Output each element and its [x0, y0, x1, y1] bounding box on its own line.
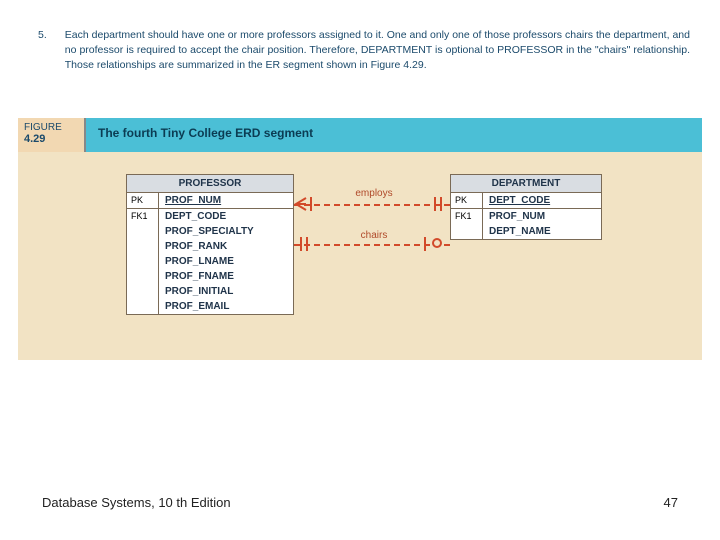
cardinality-bar-icon: [440, 197, 442, 211]
cardinality-bar-icon: [300, 237, 302, 251]
crowfoot-icon: [294, 197, 308, 211]
relationship-label-chairs: chairs: [344, 230, 404, 241]
figure-header: FIGURE 4.29 The fourth Tiny College ERD …: [18, 118, 702, 152]
slide-footer: Database Systems, 10 th Edition 47: [42, 495, 678, 510]
footer-book-title: Database Systems, 10 th Edition: [42, 495, 231, 510]
entity-field-row: DEPT_NAME: [451, 224, 601, 239]
list-number: 5.: [38, 28, 47, 74]
entity-pk-row: PK PROF_NUM: [127, 193, 293, 209]
body-paragraph: 5. Each department should have one or mo…: [38, 28, 690, 74]
field: PROF_EMAIL: [159, 299, 293, 314]
entity-pk-row: PK DEPT_CODE: [451, 193, 601, 209]
entity-field-row: PROF_LNAME: [127, 254, 293, 269]
cardinality-bar-icon: [424, 237, 426, 251]
pk-field: DEPT_CODE: [483, 193, 601, 208]
field: PROF_FNAME: [159, 269, 293, 284]
field: DEPT_NAME: [483, 224, 601, 239]
fk-label: FK1: [451, 209, 483, 224]
field: PROF_SPECIALTY: [159, 224, 293, 239]
entity-professor: PROFESSOR PK PROF_NUM FK1 DEPT_CODE PROF…: [126, 174, 294, 315]
field: PROF_INITIAL: [159, 284, 293, 299]
figure-caption: The fourth Tiny College ERD segment: [86, 118, 702, 152]
relationship-label-employs: employs: [344, 188, 404, 199]
pk-field: PROF_NUM: [159, 193, 293, 208]
field: PROF_RANK: [159, 239, 293, 254]
entity-title: PROFESSOR: [127, 175, 293, 193]
entity-field-row: PROF_SPECIALTY: [127, 224, 293, 239]
field: PROF_LNAME: [159, 254, 293, 269]
footer-page-number: 47: [664, 495, 678, 510]
entity-department: DEPARTMENT PK DEPT_CODE FK1 PROF_NUM DEP…: [450, 174, 602, 240]
entity-field-row: PROF_FNAME: [127, 269, 293, 284]
entity-field-row: PROF_INITIAL: [127, 284, 293, 299]
figure-label-number: 4.29: [24, 133, 45, 145]
cardinality-bar-icon: [434, 197, 436, 211]
entity-field-row: PROF_RANK: [127, 239, 293, 254]
entity-field-row: FK1 PROF_NUM: [451, 209, 601, 224]
pk-label: PK: [451, 193, 483, 208]
figure-label: FIGURE 4.29: [18, 118, 86, 152]
optional-circle-icon: [432, 238, 442, 248]
field: PROF_NUM: [483, 209, 601, 224]
paragraph-text: Each department should have one or more …: [65, 28, 690, 74]
entity-title: DEPARTMENT: [451, 175, 601, 193]
field: DEPT_CODE: [159, 209, 293, 224]
entity-field-row: PROF_EMAIL: [127, 299, 293, 314]
pk-label: PK: [127, 193, 159, 208]
cardinality-bar-icon: [310, 197, 312, 211]
erd-canvas: PROFESSOR PK PROF_NUM FK1 DEPT_CODE PROF…: [18, 152, 702, 360]
entity-field-row: FK1 DEPT_CODE: [127, 209, 293, 224]
cardinality-bar-icon: [306, 237, 308, 251]
fk-label: FK1: [127, 209, 159, 224]
figure-label-word: FIGURE: [24, 122, 62, 133]
